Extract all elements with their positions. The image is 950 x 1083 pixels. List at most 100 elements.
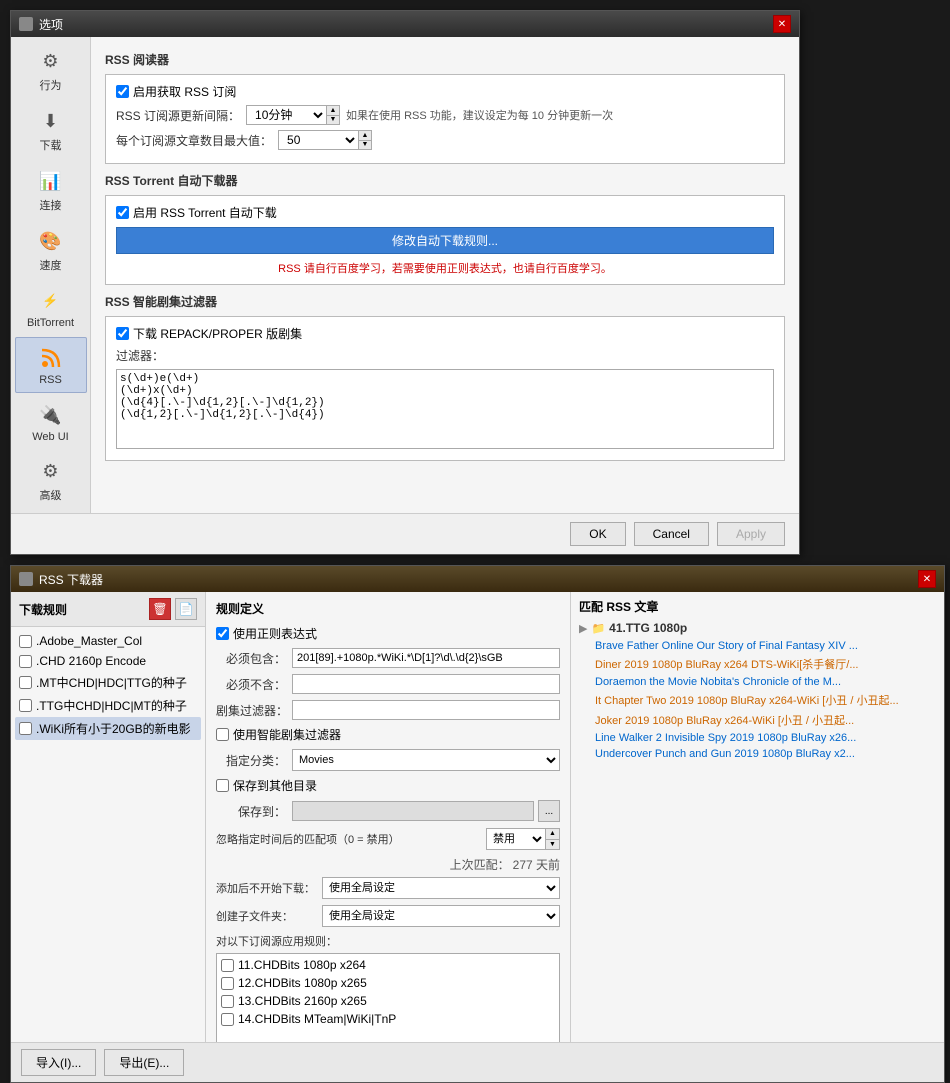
use-smart-filter-text: 使用智能剧集过滤器	[233, 726, 341, 743]
source-item-3[interactable]: 14.CHDBits MTeam|WiKi|TnP	[219, 1010, 557, 1028]
use-regex-label[interactable]: 使用正则表达式	[216, 625, 317, 642]
rule-item[interactable]: .Adobe_Master_Col	[15, 631, 201, 651]
enable-rss-torrent-checkbox[interactable]	[116, 206, 129, 219]
filter-textarea[interactable]: s(\d+)e(\d+) (\d+)x(\d+) (\d{4}[.\-]\d{1…	[116, 369, 774, 449]
sidebar-item-webui[interactable]: 🔌 Web UI	[15, 395, 87, 449]
save-to-other-label[interactable]: 保存到其他目录	[216, 777, 317, 794]
use-smart-filter-label[interactable]: 使用智能剧集过滤器	[216, 726, 341, 743]
match-item-3[interactable]: It Chapter Two 2019 1080p BluRay x264-Wi…	[579, 690, 936, 710]
rule-checkbox-0[interactable]	[19, 635, 32, 648]
options-dialog: 选项 ✕ ⚙ 行为 ⬇ 下载 📊 连接 🎨 速度	[10, 10, 800, 555]
rss-body: 下载规则 🗑 📄 .Adobe_Master_Col .CHD 2160p En…	[11, 592, 944, 1042]
save-to-other-checkbox[interactable]	[216, 779, 229, 792]
rule-item[interactable]: .MT中CHD|HDC|TTG的种子	[15, 671, 201, 694]
ignore-down-arrow[interactable]: ▼	[546, 840, 559, 850]
import-button[interactable]: 导入(I)...	[21, 1049, 96, 1076]
download-repack-label[interactable]: 下载 REPACK/PROPER 版剧集	[116, 325, 302, 342]
enable-rss-label-text: 启用获取 RSS 订阅	[133, 83, 236, 100]
match-group-header[interactable]: ▶ 📁 41.TTG 1080p	[579, 621, 936, 635]
match-item-0[interactable]: Brave Father Online Our Story of Final F…	[579, 638, 936, 654]
rule-checkbox-3[interactable]	[19, 699, 32, 712]
max-articles-up-arrow[interactable]: ▲	[359, 131, 371, 141]
ignore-select[interactable]: 禁用 1天 7天	[486, 828, 546, 850]
max-articles-down-arrow[interactable]: ▼	[359, 141, 371, 150]
download-repack-checkbox[interactable]	[116, 327, 129, 340]
options-sidebar: ⚙ 行为 ⬇ 下载 📊 连接 🎨 速度 ⚡ BitTorrent	[11, 37, 91, 513]
save-to-row: 保存到： ...	[216, 800, 560, 822]
edit-rules-button[interactable]: 修改自动下载规则...	[116, 227, 774, 254]
delete-rule-button[interactable]: 🗑	[149, 598, 171, 620]
use-regex-checkbox[interactable]	[216, 627, 229, 640]
max-articles-select-spinner[interactable]: 50 100 200 ▲ ▼	[278, 130, 372, 150]
options-title: 选项	[39, 16, 63, 33]
sidebar-item-behavior[interactable]: ⚙ 行为	[15, 41, 87, 99]
options-close-button[interactable]: ✕	[773, 15, 791, 33]
rule-label-1: .CHD 2160p Encode	[36, 654, 146, 668]
sidebar-item-bittorrent[interactable]: ⚡ BitTorrent	[15, 281, 87, 335]
apply-button[interactable]: Apply	[717, 522, 785, 546]
rule-item[interactable]: .CHD 2160p Encode	[15, 651, 201, 671]
refresh-hint-text: 如果在使用 RSS 功能，建议设定为每 10 分钟更新一次	[346, 107, 613, 123]
rule-item-active[interactable]: .WiKi所有小于20GB的新电影	[15, 717, 201, 740]
sidebar-item-download[interactable]: ⬇ 下载	[15, 101, 87, 159]
enable-rss-torrent-label[interactable]: 启用 RSS Torrent 自动下载	[116, 204, 277, 221]
source-checkbox-1[interactable]	[221, 977, 234, 990]
filter-label-text: 过滤器：	[116, 347, 164, 364]
refresh-interval-up-arrow[interactable]: ▲	[327, 106, 339, 116]
copy-rule-button[interactable]: 📄	[175, 598, 197, 620]
must-contain-input[interactable]	[292, 648, 560, 668]
sidebar-item-speed[interactable]: 🎨 速度	[15, 221, 87, 279]
source-checkbox-2[interactable]	[221, 995, 234, 1008]
refresh-interval-spinner[interactable]: ▲ ▼	[326, 105, 340, 125]
sidebar-item-rss[interactable]: RSS	[15, 337, 87, 393]
match-item-6[interactable]: Undercover Punch and Gun 2019 1080p BluR…	[579, 746, 936, 762]
cancel-button[interactable]: Cancel	[634, 522, 709, 546]
speed-icon: 🎨	[37, 227, 65, 255]
rule-checkbox-2[interactable]	[19, 676, 32, 689]
rss-close-button[interactable]: ✕	[918, 570, 936, 588]
ignore-up-arrow[interactable]: ▲	[546, 829, 559, 840]
use-regex-row: 使用正则表达式	[216, 625, 560, 642]
browse-button[interactable]: ...	[538, 800, 560, 822]
ignore-select-spinner[interactable]: 禁用 1天 7天 ▲ ▼	[486, 828, 560, 850]
category-select[interactable]: Movies TV Anime	[292, 749, 560, 771]
must-not-contain-input[interactable]	[292, 674, 560, 694]
webui-label: Web UI	[32, 431, 68, 443]
source-checkbox-0[interactable]	[221, 959, 234, 972]
speed-label: 速度	[40, 257, 62, 273]
must-contain-label: 必须包含：	[216, 650, 286, 667]
ok-button[interactable]: OK	[570, 522, 625, 546]
save-to-input[interactable]	[292, 801, 534, 821]
sidebar-item-advanced[interactable]: ⚙ 高级	[15, 451, 87, 509]
match-item-2[interactable]: Doraemon the Movie Nobita's Chronicle of…	[579, 674, 936, 690]
refresh-interval-down-arrow[interactable]: ▼	[327, 116, 339, 125]
source-item-2[interactable]: 13.CHDBits 2160p x265	[219, 992, 557, 1010]
must-contain-row: 必须包含：	[216, 648, 560, 668]
match-item-4[interactable]: Joker 2019 1080p BluRay x264-WiKi [小丑 / …	[579, 710, 936, 730]
max-articles-spinner[interactable]: ▲ ▼	[358, 130, 372, 150]
rss-middle-panel: 规则定义 使用正则表达式 必须包含： 必须不含： 剧集过滤器：	[206, 592, 571, 1042]
source-item-0[interactable]: 11.CHDBits 1080p x264	[219, 956, 557, 974]
ignore-spinner[interactable]: ▲ ▼	[546, 828, 560, 850]
episode-filter-input[interactable]	[292, 700, 560, 720]
max-articles-select[interactable]: 50 100 200	[278, 130, 358, 150]
sidebar-item-connect[interactable]: 📊 连接	[15, 161, 87, 219]
source-checkbox-3[interactable]	[221, 1013, 234, 1026]
use-smart-filter-checkbox[interactable]	[216, 728, 229, 741]
rule-checkbox-1[interactable]	[19, 655, 32, 668]
match-item-1[interactable]: Diner 2019 1080p BluRay x264 DTS-WiKi[杀手…	[579, 654, 936, 674]
match-item-5[interactable]: Line Walker 2 Invisible Spy 2019 1080p B…	[579, 730, 936, 746]
match-group: ▶ 📁 41.TTG 1080p Brave Father Online Our…	[579, 621, 936, 762]
refresh-interval-select[interactable]: 10分钟 5分钟 30分钟	[246, 105, 326, 125]
source-item-1[interactable]: 12.CHDBits 1080p x265	[219, 974, 557, 992]
export-button[interactable]: 导出(E)...	[104, 1049, 184, 1076]
rule-label-2: .MT中CHD|HDC|TTG的种子	[36, 674, 187, 691]
rule-item[interactable]: .TTG中CHD|HDC|MT的种子	[15, 694, 201, 717]
rule-checkbox-4[interactable]	[19, 722, 32, 735]
create-subfolder-select[interactable]: 使用全局设定 是 否	[322, 905, 560, 927]
enable-rss-checkbox[interactable]	[116, 85, 129, 98]
rule-list: .Adobe_Master_Col .CHD 2160p Encode .MT中…	[11, 627, 205, 1042]
dont-start-select[interactable]: 使用全局设定 是 否	[322, 877, 560, 899]
enable-rss-checkbox-label[interactable]: 启用获取 RSS 订阅	[116, 83, 236, 100]
refresh-interval-select-spinner[interactable]: 10分钟 5分钟 30分钟 ▲ ▼	[246, 105, 340, 125]
